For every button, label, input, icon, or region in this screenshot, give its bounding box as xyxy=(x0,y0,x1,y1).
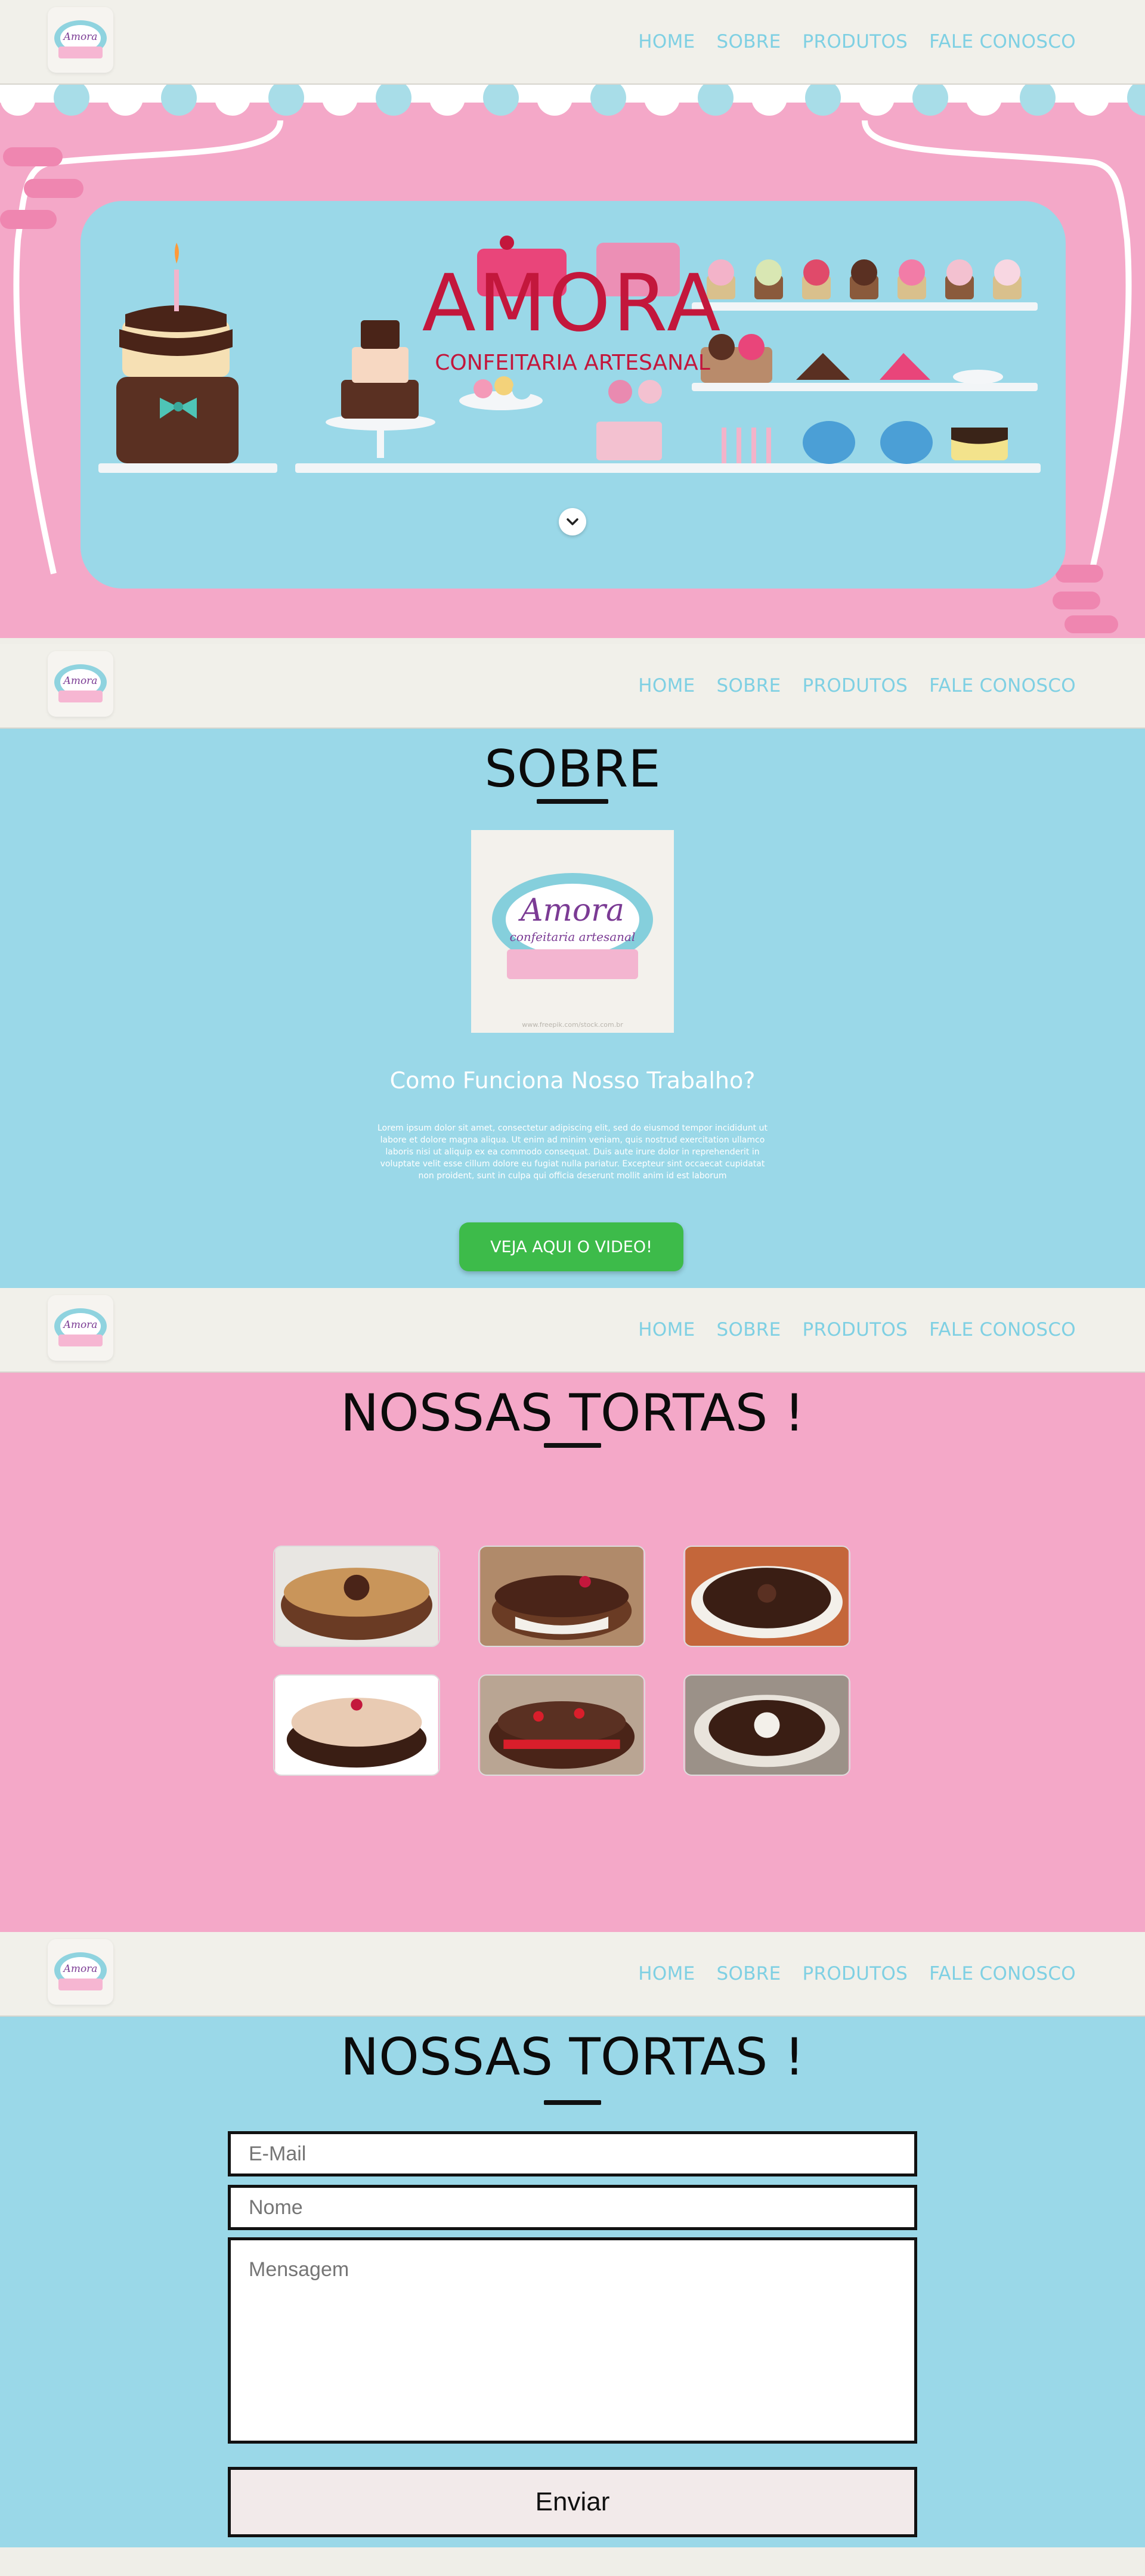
pie-image[interactable] xyxy=(478,1546,645,1647)
navbar: Amora HOME SOBRE PRODUTOS FALE CONOSCO xyxy=(0,0,1145,85)
nav-sobre[interactable]: SOBRE xyxy=(717,1319,781,1340)
logo-brand: Amora xyxy=(63,1963,98,1975)
nav-fale-conosco[interactable]: FALE CONOSCO xyxy=(929,1319,1076,1340)
watch-video-button[interactable]: VEJA AQUI O VIDEO! xyxy=(459,1222,683,1271)
pie-image[interactable] xyxy=(478,1674,645,1776)
nav-home[interactable]: HOME xyxy=(638,1963,695,1984)
sobre-subtitle: Como Funciona Nosso Trabalho? xyxy=(389,1067,756,1094)
nav-home[interactable]: HOME xyxy=(638,675,695,696)
tortas-title: NOSSAS TORTAS ! xyxy=(340,1383,805,1443)
nav-home[interactable]: HOME xyxy=(638,1319,695,1340)
nav-fale-conosco[interactable]: FALE CONOSCO xyxy=(929,1963,1076,1984)
sobre-section: SOBRE Amora confeitaria artesanal www.fr… xyxy=(0,729,1145,1288)
nav-produtos[interactable]: PRODUTOS xyxy=(803,1319,908,1340)
sobre-logo-brand: Amora xyxy=(518,893,624,928)
nav-sobre[interactable]: SOBRE xyxy=(717,31,781,52)
contato-title: NOSSAS TORTAS ! xyxy=(340,2027,805,2087)
main-nav: HOME SOBRE PRODUTOS FALE CONOSCO xyxy=(638,1319,1076,1340)
scroll-down-button[interactable] xyxy=(559,508,586,535)
logo[interactable]: Amora xyxy=(48,1939,113,2005)
nome-field[interactable] xyxy=(228,2185,917,2230)
sobre-logo-watermark: www.freepik.com/stock.com.br xyxy=(522,1021,623,1029)
sobre-paragraph: Lorem ipsum dolor sit amet, consectetur … xyxy=(377,1123,768,1181)
sobre-logo-image: Amora confeitaria artesanal www.freepik.… xyxy=(471,830,674,1033)
main-nav: HOME SOBRE PRODUTOS FALE CONOSCO xyxy=(638,31,1076,52)
navbar: Amora HOME SOBRE PRODUTOS FALE CONOSCO xyxy=(0,1288,1145,1373)
logo-brand: Amora xyxy=(63,31,98,43)
enviar-button[interactable]: Enviar xyxy=(228,2467,917,2537)
title-underline xyxy=(537,799,608,804)
nav-fale-conosco[interactable]: FALE CONOSCO xyxy=(929,31,1076,52)
tortas-section: NOSSAS TORTAS ! xyxy=(0,1373,1145,1932)
chevron-down-icon xyxy=(567,518,578,525)
logo-brand: Amora xyxy=(63,675,98,687)
nav-fale-conosco[interactable]: FALE CONOSCO xyxy=(929,675,1076,696)
navbar: Amora HOME SOBRE PRODUTOS FALE CONOSCO xyxy=(0,644,1145,729)
sobre-title: SOBRE xyxy=(484,739,661,799)
hero-subtitle: CONFEITARIA ARTESANAL xyxy=(435,351,710,375)
main-nav: HOME SOBRE PRODUTOS FALE CONOSCO xyxy=(638,675,1076,696)
logo[interactable]: Amora xyxy=(48,651,113,717)
email-field[interactable] xyxy=(228,2131,917,2176)
pie-image[interactable] xyxy=(683,1546,850,1647)
navbar: Amora HOME SOBRE PRODUTOS FALE CONOSCO xyxy=(0,1932,1145,2017)
nav-home[interactable]: HOME xyxy=(638,31,695,52)
title-underline xyxy=(544,2100,601,2105)
pie-image[interactable] xyxy=(273,1546,440,1647)
mensagem-field[interactable] xyxy=(228,2237,917,2444)
pie-image[interactable] xyxy=(683,1674,850,1776)
nav-sobre[interactable]: SOBRE xyxy=(717,1963,781,1984)
title-underline xyxy=(544,1443,601,1448)
pie-image[interactable] xyxy=(273,1674,440,1776)
hero-section: AMORA CONFEITARIA ARTESANAL xyxy=(0,85,1145,638)
contato-section: NOSSAS TORTAS ! Enviar xyxy=(0,2017,1145,2547)
hero-title: AMORA xyxy=(422,258,723,349)
nav-produtos[interactable]: PRODUTOS xyxy=(803,31,908,52)
nav-produtos[interactable]: PRODUTOS xyxy=(803,1963,908,1984)
logo[interactable]: Amora xyxy=(48,7,113,73)
logo-brand: Amora xyxy=(63,1319,98,1331)
sobre-logo-tagline: confeitaria artesanal xyxy=(510,930,636,944)
main-nav: HOME SOBRE PRODUTOS FALE CONOSCO xyxy=(638,1963,1076,1984)
logo[interactable]: Amora xyxy=(48,1295,113,1361)
nav-sobre[interactable]: SOBRE xyxy=(717,675,781,696)
nav-produtos[interactable]: PRODUTOS xyxy=(803,675,908,696)
